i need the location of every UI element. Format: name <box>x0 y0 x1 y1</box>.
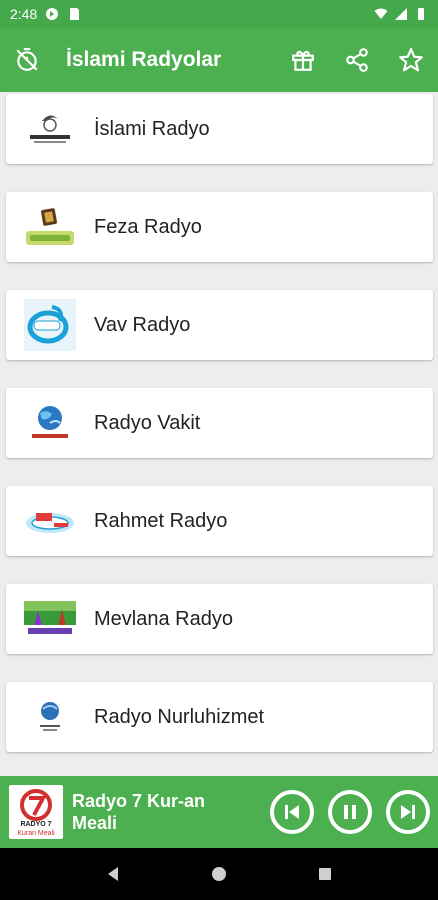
station-name: Mevlana Radyo <box>94 607 233 630</box>
app-toolbar: İslami Radyolar <box>0 28 438 92</box>
page-title: İslami Radyolar <box>66 48 222 71</box>
station-logo <box>24 103 76 155</box>
station-name: Radyo Vakit <box>94 411 201 434</box>
recents-icon <box>319 868 331 880</box>
timer-off-icon <box>16 48 38 71</box>
gift-icon <box>292 50 314 71</box>
player-bar: RADYO 7 Kuran Meali Radyo 7 Kur-an Meali <box>0 776 438 848</box>
station-item-radyo-vakit[interactable]: Radyo Vakit <box>6 388 433 458</box>
signal-icon <box>395 8 407 20</box>
pause-button[interactable] <box>328 790 372 834</box>
gift-button[interactable] <box>276 28 330 92</box>
station-logo <box>24 495 76 547</box>
station-logo <box>24 299 76 351</box>
back-icon <box>108 867 118 881</box>
station-name: İslami Radyo <box>94 117 210 140</box>
station-item-feza-radyo[interactable]: Feza Radyo <box>6 192 433 262</box>
back-button[interactable] <box>93 854 133 894</box>
battery-icon <box>418 8 424 20</box>
status-bar: 2:48 <box>0 0 438 28</box>
previous-button[interactable] <box>270 790 314 834</box>
station-name: Feza Radyo <box>94 215 202 238</box>
pause-icon <box>344 805 356 819</box>
station-logo <box>24 397 76 449</box>
station-list[interactable]: İslami Radyo Feza Radyo Vav Radyo Radyo … <box>0 92 438 776</box>
status-time: 2:48 <box>10 6 38 22</box>
favorite-button[interactable] <box>384 28 438 92</box>
station-item-vav-radyo[interactable]: Vav Radyo <box>6 290 433 360</box>
now-playing-title: Radyo 7 Kur-an Meali <box>72 791 206 833</box>
player-logo-sub: Kuran Meali <box>17 830 55 837</box>
station-logo <box>24 691 76 743</box>
station-item-islami-radyo[interactable]: İslami Radyo <box>6 94 433 164</box>
recents-button[interactable] <box>305 854 345 894</box>
sd-card-icon <box>70 8 80 20</box>
player-logo-brand: RADYO 7 <box>20 821 51 828</box>
station-item-rahmet-radyo[interactable]: Rahmet Radyo <box>6 486 433 556</box>
share-button[interactable] <box>330 28 384 92</box>
system-nav-bar <box>0 848 438 900</box>
next-button[interactable] <box>386 790 430 834</box>
timer-off-button[interactable] <box>0 28 54 92</box>
app-notification-icon <box>46 8 59 20</box>
share-icon <box>346 48 368 72</box>
home-icon <box>212 867 226 881</box>
station-item-radyo-nurluhizmet[interactable]: Radyo Nurluhizmet <box>6 682 433 752</box>
station-logo <box>24 201 76 253</box>
home-button[interactable] <box>199 854 239 894</box>
skip-next-icon <box>401 805 415 819</box>
station-name: Radyo Nurluhizmet <box>94 705 265 728</box>
station-item-mevlana-radyo[interactable]: Mevlana Radyo <box>6 584 433 654</box>
skip-previous-icon <box>285 805 299 819</box>
wifi-icon <box>374 8 388 19</box>
station-name: Vav Radyo <box>94 313 191 336</box>
station-name: Rahmet Radyo <box>94 509 228 532</box>
star-icon <box>399 48 423 72</box>
player-station-logo: RADYO 7 Kuran Meali <box>9 785 63 839</box>
station-logo <box>24 593 76 645</box>
